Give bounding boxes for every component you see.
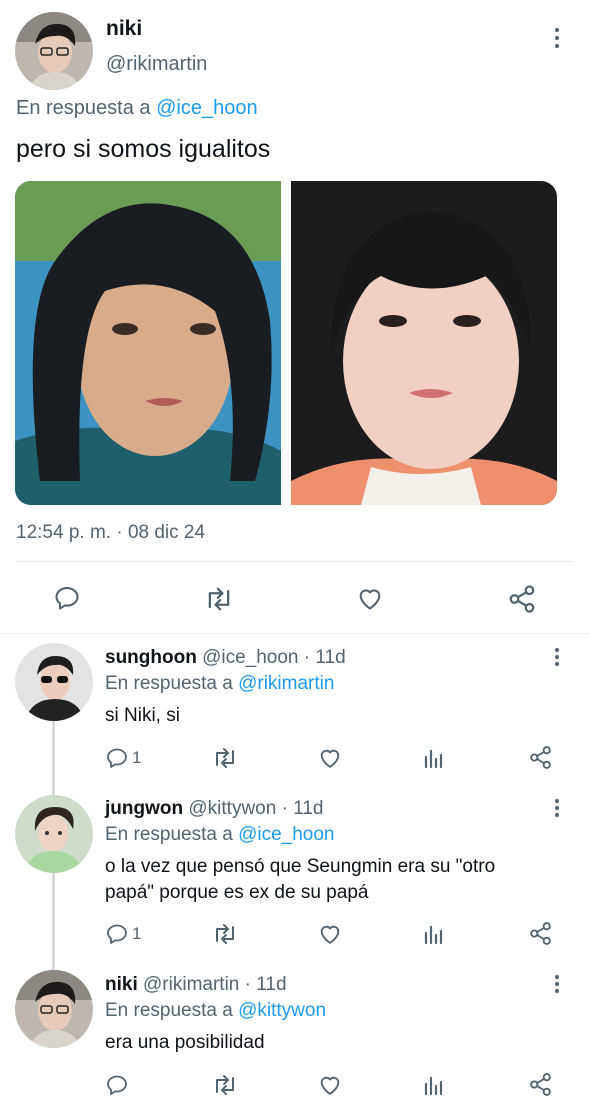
reply-button[interactable]: 1: [105, 922, 141, 946]
share-icon: [509, 585, 535, 613]
post-age[interactable]: · 11d: [282, 798, 324, 819]
tweet-media[interactable]: [15, 181, 557, 505]
reply-text-line: papá" porque es ex de su papá: [105, 882, 369, 903]
avatar[interactable]: [15, 795, 93, 873]
retweet-icon: [216, 748, 234, 768]
heart-icon: [359, 589, 381, 610]
share-button[interactable]: [528, 1072, 553, 1097]
handle[interactable]: @rikimartin: [106, 53, 207, 76]
heart-icon: [320, 749, 340, 768]
thread-line: [52, 873, 55, 970]
reply-context: En respuesta a @rikimartin: [105, 673, 334, 695]
handle[interactable]: @rikimartin: [143, 974, 239, 995]
retweet-button[interactable]: [211, 1073, 239, 1097]
reply-context: En respuesta a @kittywon: [105, 1000, 326, 1022]
more-icon[interactable]: [552, 973, 562, 995]
views-button[interactable]: [423, 747, 445, 769]
reply-button[interactable]: [53, 584, 81, 612]
reply-icon: [107, 748, 127, 768]
tweet-text: pero si somos igualitos: [16, 135, 271, 163]
display-name[interactable]: sunghoon: [105, 647, 197, 668]
main-tweet: niki @rikimartin En respuesta a @ice_hoo…: [0, 0, 590, 633]
reply-count: 1: [132, 924, 142, 943]
like-button[interactable]: [355, 584, 385, 612]
reply-prefix: En respuesta a: [105, 824, 233, 845]
share-button[interactable]: [507, 584, 537, 614]
avatar[interactable]: [15, 970, 93, 1048]
reply-to-link[interactable]: @ice_hoon: [238, 824, 334, 845]
post-age[interactable]: · 11d: [304, 647, 346, 668]
reply-prefix: En respuesta a: [16, 97, 151, 119]
views-icon: [424, 749, 443, 769]
reply-header: jungwon @kittywon · 11d: [105, 798, 323, 820]
reply-to-link[interactable]: @kittywon: [238, 1000, 326, 1021]
display-name[interactable]: niki: [105, 974, 138, 995]
reply-context: En respuesta a @ice_hoon: [105, 824, 335, 846]
share-icon: [530, 922, 551, 945]
retweet-icon: [216, 1075, 234, 1095]
share-icon: [530, 746, 551, 769]
reply-prefix: En respuesta a: [105, 1000, 233, 1021]
section-divider: [0, 633, 590, 634]
display-name[interactable]: jungwon: [105, 798, 183, 819]
reply-button[interactable]: 1: [105, 746, 141, 770]
reply-header: niki @rikimartin · 11d: [105, 974, 287, 996]
reply-to-link[interactable]: @ice_hoon: [156, 97, 257, 119]
heart-icon: [320, 925, 340, 944]
retweet-icon: [208, 587, 230, 611]
like-button[interactable]: [317, 921, 343, 946]
views-icon: [424, 925, 443, 945]
handle[interactable]: @ice_hoon: [202, 647, 298, 668]
post-age[interactable]: · 11d: [245, 974, 287, 995]
reply-button[interactable]: [105, 1073, 129, 1097]
share-button[interactable]: [528, 745, 553, 770]
photo-right[interactable]: [291, 181, 557, 505]
reply-text: o la vez que pensó que Seungmin era su "…: [105, 854, 545, 906]
like-button[interactable]: [317, 745, 343, 770]
share-icon: [530, 1073, 551, 1096]
reply-count: 1: [132, 748, 142, 767]
reply-context: En respuesta a @ice_hoon: [16, 97, 258, 120]
like-button[interactable]: [317, 1072, 343, 1097]
photo-left[interactable]: [15, 181, 281, 505]
display-name[interactable]: niki: [106, 17, 142, 41]
reply-text: si Niki, si: [105, 705, 180, 726]
views-button[interactable]: [423, 923, 445, 945]
tweet-timestamp[interactable]: 12:54 p. m. · 08 dic 24: [16, 522, 205, 544]
handle[interactable]: @kittywon: [188, 798, 276, 819]
reply-header: sunghoon @ice_hoon · 11d: [105, 647, 346, 669]
heart-icon: [320, 1076, 340, 1095]
divider: [16, 561, 573, 562]
more-icon[interactable]: [552, 26, 562, 50]
reply-icon: [107, 924, 127, 944]
reply-text-line: o la vez que pensó que Seungmin era su "…: [105, 856, 496, 877]
more-icon[interactable]: [552, 797, 562, 819]
avatar[interactable]: [15, 643, 93, 721]
more-icon[interactable]: [552, 646, 562, 668]
share-button[interactable]: [528, 921, 553, 946]
reply-icon: [107, 1075, 127, 1095]
views-icon: [424, 1076, 443, 1096]
reply-icon: [55, 587, 79, 610]
reply-prefix: En respuesta a: [105, 673, 233, 694]
retweet-button[interactable]: [211, 746, 239, 770]
thread-line: [52, 721, 55, 797]
reply-text: era una posibilidad: [105, 1032, 265, 1053]
reply-to-link[interactable]: @rikimartin: [238, 673, 334, 694]
views-button[interactable]: [423, 1074, 445, 1096]
retweet-button[interactable]: [211, 922, 239, 946]
retweet-button[interactable]: [203, 585, 235, 613]
avatar[interactable]: [15, 12, 93, 90]
retweet-icon: [216, 924, 234, 944]
